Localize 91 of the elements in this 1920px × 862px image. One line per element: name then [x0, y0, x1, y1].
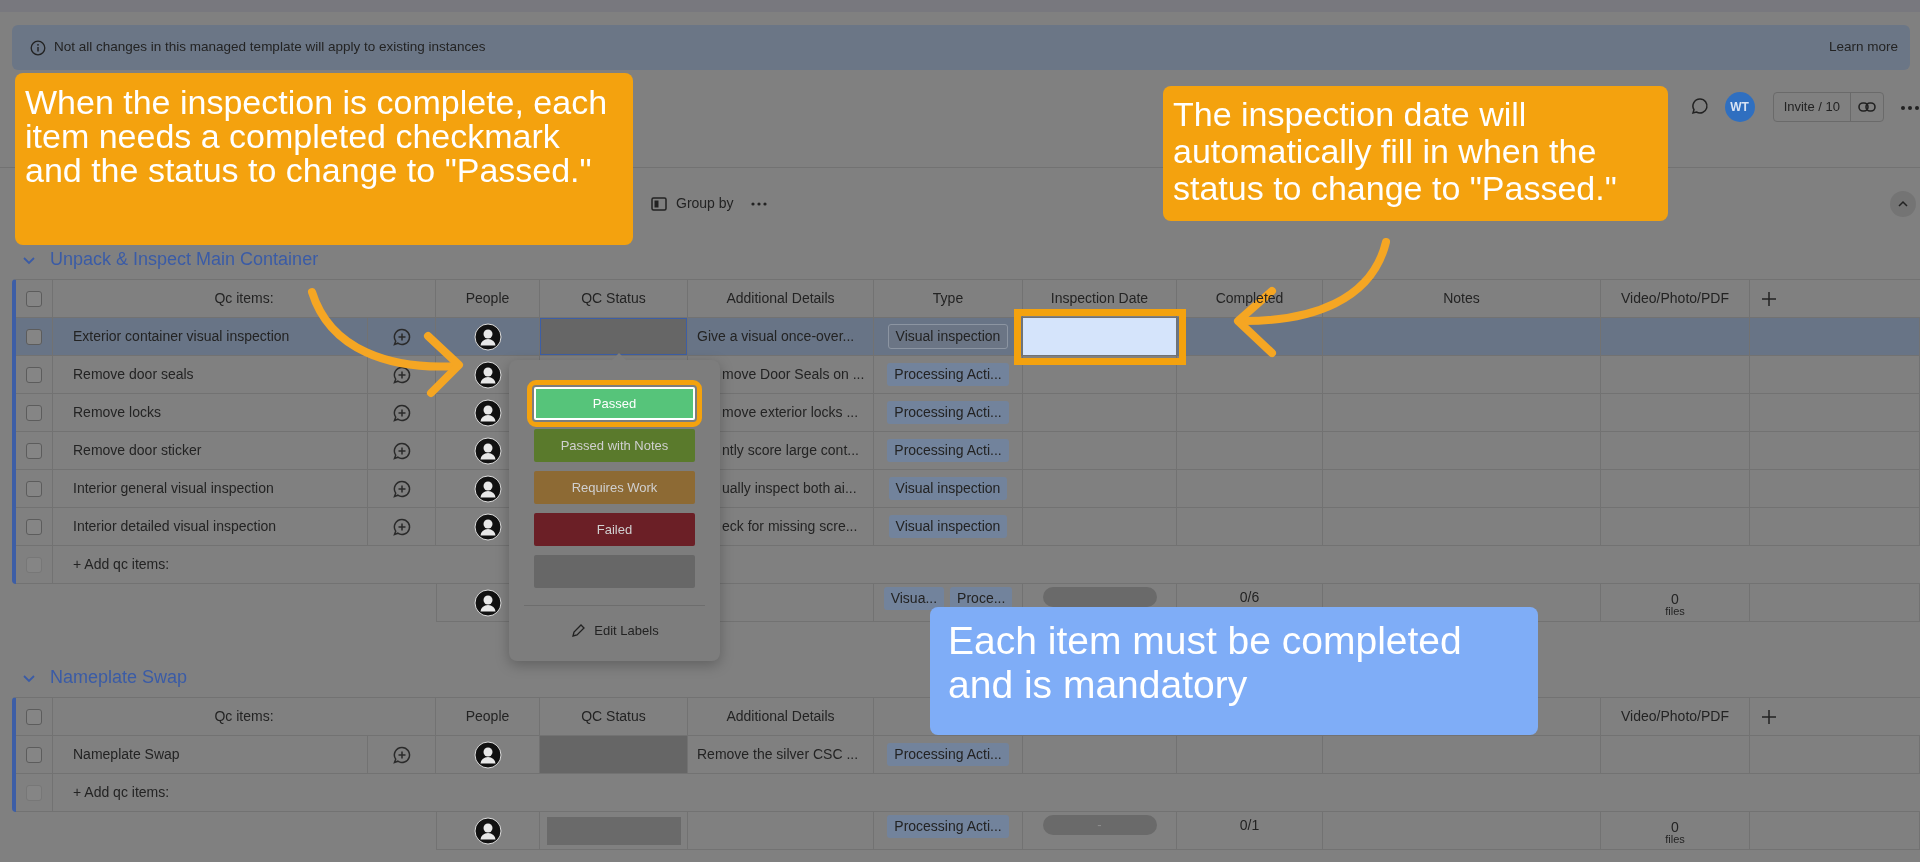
- type-tag[interactable]: Visual inspection: [888, 515, 1008, 538]
- edit-labels-button[interactable]: Edit Labels: [570, 621, 659, 641]
- person-icon[interactable]: [473, 398, 502, 427]
- add-column-icon[interactable]: [1760, 707, 1778, 726]
- files-label: files: [1665, 833, 1685, 845]
- select-all-checkbox[interactable]: [26, 290, 42, 307]
- column-header[interactable]: Video/Photo/PDF: [1621, 288, 1729, 309]
- row-checkbox[interactable]: [26, 746, 42, 763]
- column-header[interactable]: QC Status: [581, 288, 646, 309]
- type-tag: Visua...: [883, 587, 945, 610]
- item-name[interactable]: Nameplate Swap: [73, 744, 180, 765]
- column-header[interactable]: Notes: [1443, 288, 1480, 309]
- row-checkbox[interactable]: [26, 518, 42, 535]
- details-text: Remove the silver CSC ...: [697, 745, 859, 764]
- type-tag[interactable]: Processing Acti...: [887, 401, 1009, 424]
- details-text: move Door Seals on ...: [722, 365, 865, 384]
- status-cell[interactable]: [540, 318, 687, 355]
- date-cell[interactable]: [1023, 356, 1177, 394]
- add-comment-icon[interactable]: [391, 516, 412, 537]
- collapse-button[interactable]: [1890, 190, 1916, 217]
- person-icon[interactable]: [473, 322, 502, 351]
- files-label: files: [1665, 605, 1685, 617]
- column-header[interactable]: Inspection Date: [1050, 288, 1149, 309]
- person-icon[interactable]: [473, 360, 502, 389]
- type-tag[interactable]: Processing Acti...: [887, 363, 1009, 386]
- add-column-icon[interactable]: [1760, 289, 1778, 308]
- select-all-checkbox[interactable]: [26, 708, 42, 725]
- column-header[interactable]: People: [465, 288, 510, 309]
- add-comment-icon[interactable]: [391, 402, 412, 423]
- details-text: ntly score large cont...: [722, 441, 859, 460]
- row-checkbox[interactable]: [26, 442, 42, 459]
- person-icon[interactable]: [473, 740, 502, 769]
- details-text: move exterior locks ...: [722, 403, 859, 422]
- pencil-icon: [570, 622, 587, 639]
- row-checkbox[interactable]: [26, 328, 42, 345]
- column-header[interactable]: Qc items:: [214, 706, 274, 727]
- column-header[interactable]: QC Status: [581, 706, 646, 727]
- column-header[interactable]: Additional Details: [726, 706, 835, 727]
- type-tag: Processing Acti...: [887, 815, 1009, 838]
- files-count: 0: [1671, 819, 1679, 834]
- row-checkbox[interactable]: [26, 366, 42, 383]
- item-name[interactable]: Remove door seals: [73, 364, 194, 385]
- add-item-link[interactable]: + Add qc items:: [73, 554, 170, 575]
- person-icon[interactable]: [473, 474, 502, 503]
- hint-tooltip: Each item must be completed and is mandatory: [930, 607, 1538, 735]
- row-checkbox[interactable]: [26, 404, 42, 421]
- add-comment-icon[interactable]: [391, 364, 412, 385]
- add-comment-icon[interactable]: [391, 744, 412, 765]
- hint-tooltip: The inspection date will automatically fill in when the status to change to "Passed.": [1163, 86, 1668, 221]
- hint-tooltip: When the inspection is complete, each item needs a completed checkmark and the status to change to "Passed.": [15, 73, 633, 245]
- item-name[interactable]: Interior detailed visual inspection: [73, 516, 277, 537]
- group-by-icon[interactable]: [650, 194, 668, 213]
- user-avatar[interactable]: WT: [1724, 92, 1755, 122]
- type-tag[interactable]: Processing Acti...: [887, 439, 1009, 462]
- add-comment-icon[interactable]: [391, 326, 412, 347]
- add-item-link[interactable]: + Add qc items:: [73, 782, 170, 803]
- group-by-label[interactable]: Group by: [676, 193, 734, 214]
- status-cell[interactable]: [540, 736, 687, 773]
- date-range-pill: -: [1042, 815, 1157, 835]
- person-icon[interactable]: [474, 816, 502, 845]
- files-count: 0: [1671, 591, 1679, 606]
- banner-text: Not all changes in this managed template will apply to existing instances: [54, 38, 486, 57]
- type-tag[interactable]: Processing Acti...: [887, 743, 1009, 766]
- status-option[interactable]: Requires Work: [534, 471, 695, 504]
- person-icon[interactable]: [474, 588, 502, 617]
- link-icon[interactable]: [1857, 99, 1877, 115]
- column-header[interactable]: Qc items:: [214, 288, 274, 309]
- person-icon[interactable]: [473, 436, 502, 465]
- column-header[interactable]: Additional Details: [726, 288, 835, 309]
- row-checkbox[interactable]: [26, 480, 42, 497]
- learn-more-link[interactable]: Learn more: [1828, 37, 1898, 58]
- add-comment-icon[interactable]: [391, 478, 412, 499]
- item-name[interactable]: Remove door sticker: [73, 440, 202, 461]
- date-cell[interactable]: [1023, 736, 1177, 774]
- completed-count: 0/6: [1239, 588, 1260, 607]
- details-text: eck for missing scre...: [722, 517, 858, 536]
- column-header[interactable]: Type: [932, 288, 964, 309]
- completed-count: 0/1: [1239, 816, 1260, 835]
- info-icon: [30, 39, 46, 56]
- add-comment-icon[interactable]: [391, 440, 412, 461]
- details-text: ually inspect both ai...: [722, 479, 857, 498]
- type-tag[interactable]: Visual inspection: [887, 324, 1009, 349]
- person-icon[interactable]: [473, 512, 502, 541]
- item-name[interactable]: Remove locks: [73, 402, 161, 423]
- item-name[interactable]: Interior general visual inspection: [73, 478, 274, 499]
- details-text: Give a visual once-over...: [697, 327, 855, 346]
- column-header[interactable]: Video/Photo/PDF: [1621, 706, 1729, 727]
- type-tag[interactable]: Visual inspection: [888, 477, 1008, 500]
- status-option[interactable]: Passed with Notes: [534, 429, 695, 462]
- column-header[interactable]: People: [465, 706, 510, 727]
- status-option[interactable]: Failed: [534, 513, 695, 546]
